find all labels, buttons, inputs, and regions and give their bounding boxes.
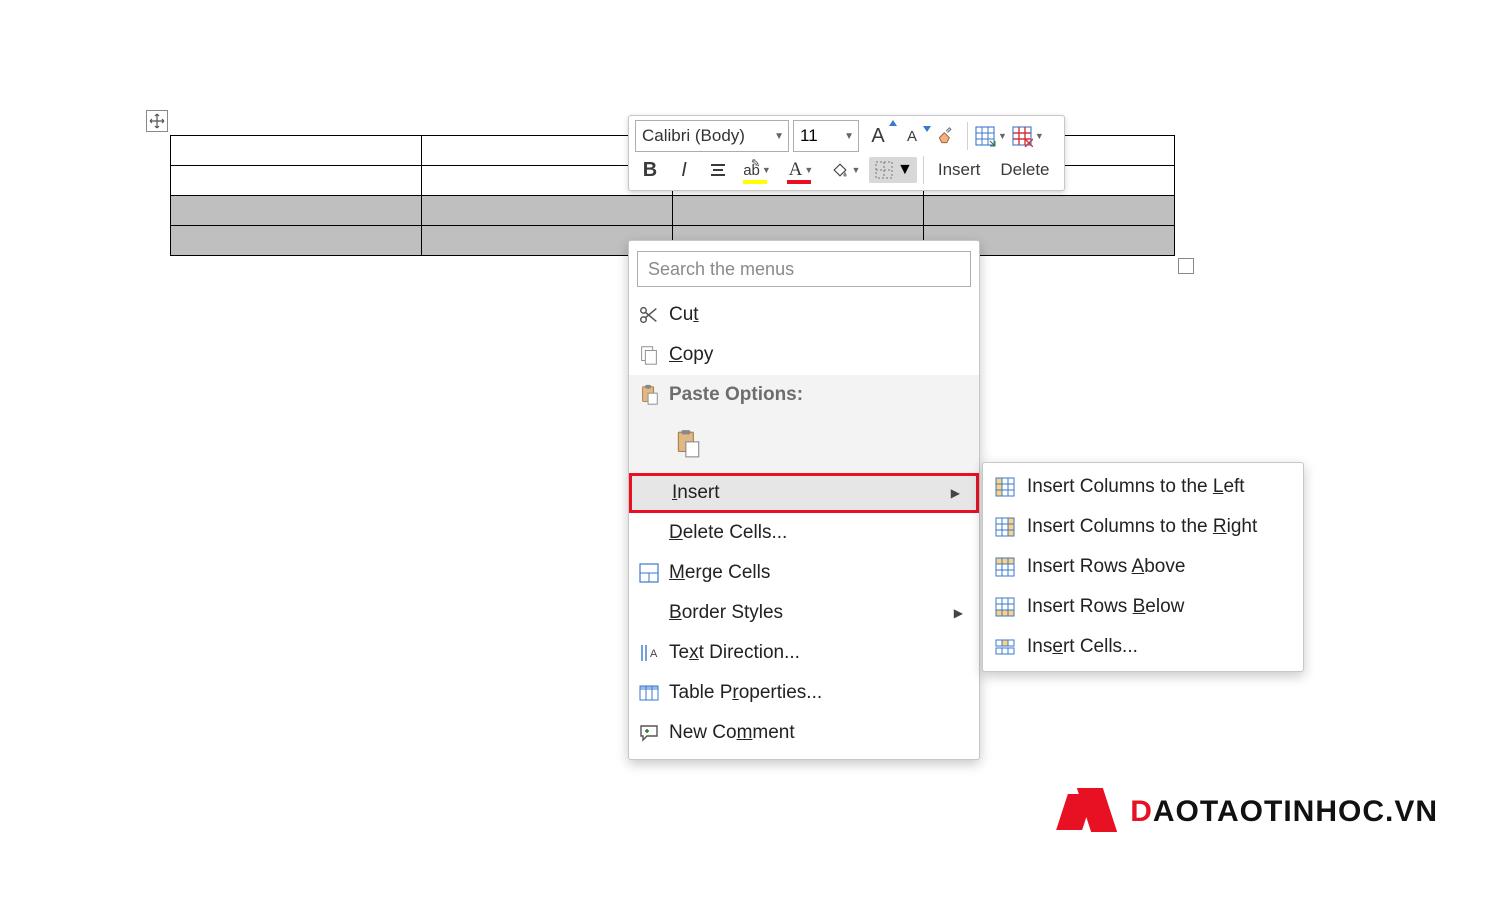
font-color-button[interactable]: A ▼ [781, 154, 821, 186]
menu-label: Insert Columns to the Right [1027, 516, 1257, 538]
chevron-down-icon: ▼ [774, 131, 784, 142]
font-size-value: 11 [800, 126, 818, 146]
menu-label: Merge Cells [669, 562, 969, 584]
search-menus-input[interactable]: Search the menus [637, 251, 971, 287]
shrink-font-button[interactable]: A [897, 120, 927, 152]
menu-label: Paste Options: [669, 384, 969, 406]
shading-button[interactable]: ▼ [825, 154, 865, 186]
menu-label: Border Styles [669, 602, 954, 624]
menu-label: Insert Columns to the Left [1027, 476, 1245, 498]
comment-icon [629, 722, 669, 744]
table-move-handle[interactable] [146, 110, 168, 132]
mini-toolbar: Calibri (Body) ▼ 11 ▼ A A ▼ ▼ B I ab ✎ [628, 115, 1065, 191]
table-properties-icon [629, 682, 669, 704]
insert-columns-left-item[interactable]: Insert Columns to the Left [983, 467, 1303, 507]
new-comment-menu-item[interactable]: New Comment [629, 713, 979, 753]
chevron-down-icon: ▼ [1035, 131, 1044, 141]
align-button[interactable] [703, 154, 733, 186]
menu-label: Insert Rows Below [1027, 596, 1184, 618]
insert-cells-icon [983, 636, 1027, 658]
chevron-down-icon: ▼ [762, 165, 771, 175]
separator [967, 122, 968, 150]
border-styles-menu-item[interactable]: Border Styles ▶ [629, 593, 979, 633]
clipboard-icon [629, 384, 669, 406]
highlight-color-button[interactable]: ab ✎ ▼ [737, 154, 777, 186]
yellow-highlight-indicator [743, 180, 767, 184]
insert-button[interactable]: Insert [930, 154, 989, 186]
italic-button[interactable]: I [669, 154, 699, 186]
insert-rows-below-item[interactable]: Insert Rows Below [983, 587, 1303, 627]
insert-row-above-icon [983, 556, 1027, 578]
table-resize-handle[interactable] [1178, 258, 1194, 274]
table-row[interactable] [171, 196, 1175, 226]
text-direction-icon: A [629, 642, 669, 664]
menu-label: Cut [669, 304, 969, 326]
insert-table-dropdown[interactable]: ▼ [974, 120, 1007, 152]
menu-label: Table Properties... [669, 682, 969, 704]
merge-cells-menu-item[interactable]: Merge Cells [629, 553, 979, 593]
bold-button[interactable]: B [635, 154, 665, 186]
font-name-dropdown[interactable]: Calibri (Body) ▼ [635, 120, 789, 152]
chevron-down-icon: ▼ [852, 165, 861, 175]
insert-col-left-icon [983, 476, 1027, 498]
delete-table-dropdown[interactable]: ▼ [1011, 120, 1044, 152]
borders-button[interactable]: ▼ [869, 157, 917, 183]
menu-label: New Comment [669, 722, 969, 744]
insert-cells-item[interactable]: Insert Cells... [983, 627, 1303, 667]
submenu-arrow-icon: ▶ [954, 606, 963, 620]
red-color-indicator [787, 180, 811, 184]
svg-text:A: A [650, 648, 658, 660]
menu-label: Insert Rows Above [1027, 556, 1185, 578]
menu-label: Delete Cells... [669, 522, 969, 544]
watermark-logo: DAOTAOTINHOC.VN [1062, 788, 1438, 836]
scissors-icon [629, 304, 669, 326]
chevron-down-icon: ▼ [844, 131, 854, 142]
insert-row-below-icon [983, 596, 1027, 618]
menu-label: Insert Cells... [1027, 636, 1138, 658]
paste-options-row [629, 415, 979, 473]
logo-text: DAOTAOTINHOC.VN [1130, 795, 1438, 829]
insert-menu-item[interactable]: Insert ▶ [629, 473, 979, 513]
chevron-down-icon: ▼ [998, 131, 1007, 141]
menu-label: Insert [672, 482, 951, 504]
cut-menu-item[interactable]: Cut [629, 295, 979, 335]
paste-options-header: Paste Options: [629, 375, 979, 415]
font-name-value: Calibri (Body) [642, 126, 745, 146]
copy-icon [629, 344, 669, 366]
table-properties-menu-item[interactable]: Table Properties... [629, 673, 979, 713]
context-menu: Search the menus Cut Copy Paste Options:… [628, 240, 980, 760]
delete-cells-menu-item[interactable]: Delete Cells... [629, 513, 979, 553]
chevron-down-icon: ▼ [804, 165, 813, 175]
paste-option-button[interactable] [669, 423, 707, 465]
submenu-arrow-icon: ▶ [951, 486, 960, 500]
search-placeholder: Search the menus [648, 259, 794, 280]
menu-label: Text Direction... [669, 642, 969, 664]
insert-col-right-icon [983, 516, 1027, 538]
format-painter-button[interactable] [931, 120, 961, 152]
insert-submenu: Insert Columns to the Left Insert Column… [982, 462, 1304, 672]
grow-font-button[interactable]: A [863, 120, 893, 152]
menu-label: Copy [669, 344, 969, 366]
copy-menu-item[interactable]: Copy [629, 335, 979, 375]
separator [923, 156, 924, 184]
delete-button[interactable]: Delete [992, 154, 1057, 186]
insert-columns-right-item[interactable]: Insert Columns to the Right [983, 507, 1303, 547]
merge-cells-icon [629, 562, 669, 584]
logo-icon [1062, 788, 1120, 836]
font-size-dropdown[interactable]: 11 ▼ [793, 120, 859, 152]
insert-rows-above-item[interactable]: Insert Rows Above [983, 547, 1303, 587]
text-direction-menu-item[interactable]: A Text Direction... [629, 633, 979, 673]
chevron-down-icon: ▼ [897, 161, 913, 179]
